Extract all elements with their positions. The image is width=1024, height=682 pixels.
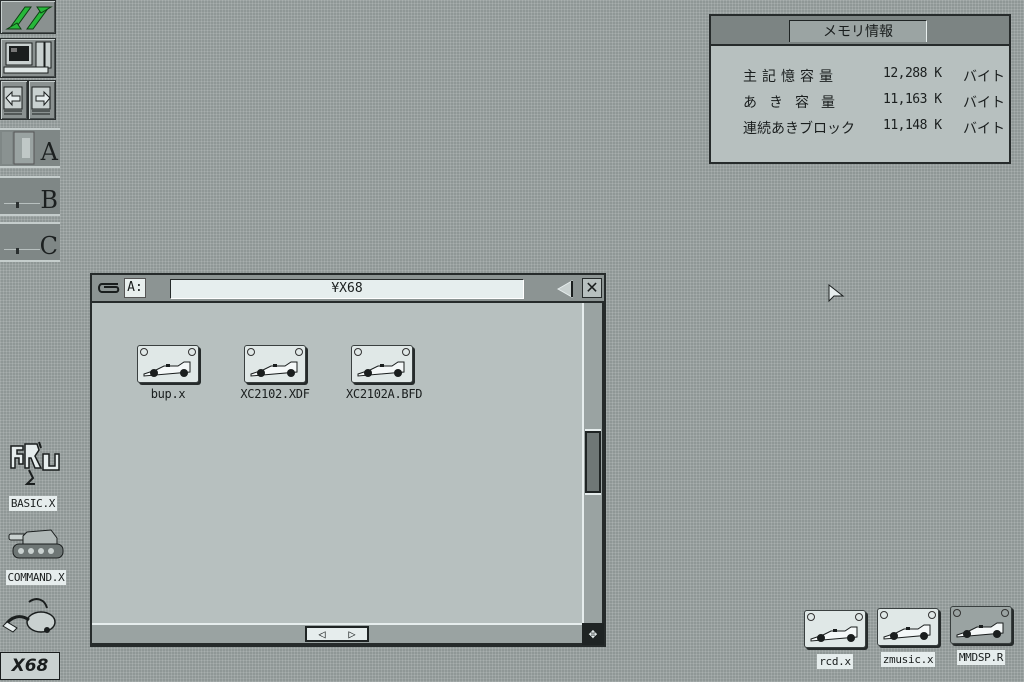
memory-row-contiguous: 連続あきブロック 11,148 K バイト <box>743 118 1005 138</box>
drive-letter: C <box>39 232 58 260</box>
floppy-inserted-icon <box>2 131 35 165</box>
no-sign-icon <box>880 611 888 619</box>
file-label: bup.x <box>150 387 186 401</box>
memory-row-free: あき容量 11,163 K バイト <box>743 92 1005 112</box>
no-sign-icon <box>928 611 936 619</box>
car-icon <box>137 345 199 383</box>
file-list-area: bup.x XC2102.XDF XC2102A.BFD <box>92 303 582 623</box>
car-icon <box>877 608 939 646</box>
file-label: XC2102A.BFD <box>346 387 423 401</box>
memory-label: 連続あきブロック <box>743 121 855 137</box>
desktop-icon-trash[interactable] <box>0 596 60 642</box>
back-arrow-icon <box>3 86 23 115</box>
path-field[interactable]: ¥X68 <box>170 279 524 299</box>
desktop-icon-label: COMMAND.X <box>5 570 67 585</box>
memory-label: 主記憶容量 <box>743 69 838 85</box>
drive-selector[interactable]: A: <box>124 278 146 298</box>
mouse-cursor-icon <box>828 284 845 303</box>
run-icon <box>10 441 60 485</box>
vertical-scroll-thumb[interactable] <box>585 431 601 493</box>
desktop-icon-zmusic[interactable]: zmusic.x <box>873 608 943 667</box>
no-sign-icon <box>855 613 863 621</box>
memory-row-total: 主記憶容量 12,288 K バイト <box>743 66 1005 86</box>
no-sign-icon <box>140 348 148 356</box>
file-icon-xc2102-xdf[interactable]: XC2102.XDF <box>239 345 311 401</box>
file-window-titlebar[interactable]: A: ¥X68 ✕ <box>92 275 604 303</box>
file-icon-bup[interactable]: bup.x <box>132 345 204 401</box>
desktop-icon-label: BASIC.X <box>8 496 58 511</box>
drive-led <box>16 248 19 254</box>
drive-c[interactable]: C <box>0 222 60 262</box>
scroll-left-icon[interactable]: ◁ <box>318 627 325 641</box>
memory-unit: バイト <box>963 69 1005 85</box>
computer-button[interactable] <box>0 38 56 78</box>
car-icon <box>244 345 306 383</box>
resize-handle-icon[interactable]: ✥ <box>582 623 604 645</box>
desktop-icon-mmdsp[interactable]: MMDSP.R <box>946 606 1016 665</box>
desktop-icon-basic[interactable]: BASIC.X <box>2 440 64 511</box>
memory-unit: バイト <box>963 121 1005 137</box>
file-icon-xc2102a-bfd[interactable]: XC2102A.BFD <box>346 345 423 401</box>
sx-logo-button[interactable] <box>0 0 56 34</box>
vertical-scrollbar[interactable] <box>582 303 604 623</box>
desktop-icon-command[interactable]: COMMAND.X <box>0 526 72 585</box>
memory-window-titlebar[interactable]: メモリ情報 <box>711 16 1009 46</box>
car-icon <box>950 606 1012 644</box>
forward-button[interactable] <box>28 80 56 120</box>
file-label: XC2102.XDF <box>240 387 310 401</box>
x68-logo: X68 <box>11 656 49 676</box>
memory-value: 12,288 K <box>883 66 942 81</box>
memory-label: あき容量 <box>743 95 847 111</box>
no-sign-icon <box>807 613 815 621</box>
drive-a[interactable]: A <box>0 128 60 168</box>
tank-icon <box>8 529 64 559</box>
car-icon <box>804 610 866 648</box>
drive-letter: A <box>40 138 58 166</box>
x68-logo-button[interactable]: X68 <box>0 652 60 680</box>
computer-icon <box>3 41 52 74</box>
scroll-right-icon[interactable]: ▷ <box>348 627 355 641</box>
paperclip-icon[interactable] <box>96 281 122 295</box>
desktop-icon-label: zmusic.x <box>880 652 936 667</box>
forward-arrow-icon <box>31 86 51 115</box>
memory-value: 11,148 K <box>883 118 942 133</box>
desktop-icon-label: MMDSP.R <box>956 650 1006 665</box>
close-button[interactable]: ✕ <box>582 278 602 298</box>
memory-unit: バイト <box>963 95 1005 111</box>
no-sign-icon <box>295 348 303 356</box>
no-sign-icon <box>354 348 362 356</box>
no-sign-icon <box>247 348 255 356</box>
no-sign-icon <box>188 348 196 356</box>
drive-slot <box>4 249 40 250</box>
car-icon <box>351 345 413 383</box>
memory-info-window: メモリ情報 主記憶容量 12,288 K バイト あき容量 11,163 K バ… <box>709 14 1011 164</box>
memory-window-title: メモリ情報 <box>789 20 927 42</box>
back-button[interactable] <box>0 80 28 120</box>
drive-led <box>16 202 19 208</box>
drive-slot <box>4 203 40 204</box>
file-browser-window: A: ¥X68 ✕ bup.x XC2102.XDF XC2102A.BFD ◁… <box>90 273 606 647</box>
desktop-icon-rcd[interactable]: rcd.x <box>800 610 870 669</box>
sx-logo-icon <box>5 6 53 30</box>
no-sign-icon <box>953 609 961 617</box>
horizontal-scrollbar[interactable]: ◁ ▷ <box>92 623 582 645</box>
drive-b[interactable]: B <box>0 176 60 216</box>
desktop-icon-label: rcd.x <box>817 654 853 669</box>
memory-value: 11,163 K <box>883 92 942 107</box>
back-triangle-icon[interactable] <box>554 279 576 299</box>
no-sign-icon <box>1001 609 1009 617</box>
drive-letter: B <box>40 186 58 214</box>
vacuum-trash-icon <box>2 598 56 633</box>
no-sign-icon <box>402 348 410 356</box>
horizontal-scroll-thumb[interactable]: ◁ ▷ <box>305 626 369 642</box>
